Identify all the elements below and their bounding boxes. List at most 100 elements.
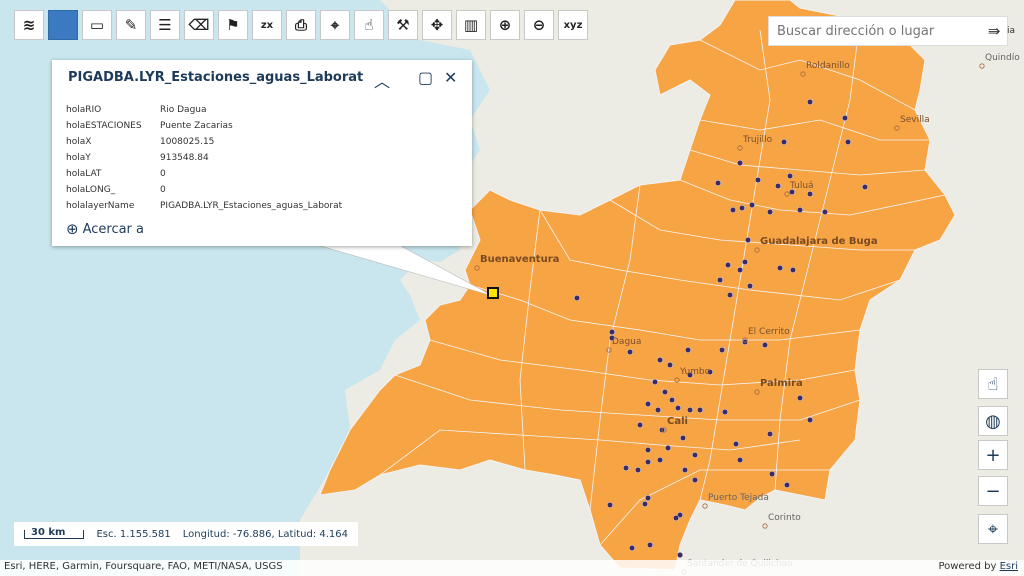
station-point[interactable] (664, 444, 672, 452)
measure-tool-button[interactable]: ▭ (82, 10, 112, 40)
station-point[interactable] (691, 476, 699, 484)
station-point[interactable] (806, 190, 814, 198)
station-point[interactable] (806, 98, 814, 106)
field-key: holaESTACIONES (66, 121, 142, 131)
close-icon[interactable]: ✕ (444, 68, 457, 87)
station-point[interactable] (741, 258, 749, 266)
station-point[interactable] (726, 291, 734, 299)
station-point[interactable] (674, 404, 682, 412)
station-point[interactable] (606, 501, 614, 509)
station-point[interactable] (636, 421, 644, 429)
field-key: holaY (66, 153, 91, 163)
flag-tool-button[interactable]: ⚑ (218, 10, 248, 40)
search-go-icon[interactable]: ⇛ (981, 22, 1007, 40)
station-point[interactable] (861, 183, 869, 191)
station-point[interactable] (691, 451, 699, 459)
station-point[interactable] (844, 138, 852, 146)
station-point[interactable] (644, 494, 652, 502)
station-point[interactable] (676, 551, 684, 559)
station-point[interactable] (841, 114, 849, 122)
move-tool-button[interactable]: ✥ (422, 10, 452, 40)
draw-tool-button[interactable]: ✎ (116, 10, 146, 40)
print-tool-button[interactable]: ⎙ (286, 10, 316, 40)
station-point[interactable] (732, 440, 740, 448)
station-point[interactable] (622, 464, 630, 472)
hand-tool-button[interactable]: ☝ (354, 10, 384, 40)
station-point[interactable] (679, 434, 687, 442)
station-point[interactable] (721, 408, 729, 416)
basemap-globe-button[interactable]: ◍ (978, 406, 1008, 436)
zxy-tool-button[interactable]: zx (252, 10, 282, 40)
station-point[interactable] (796, 394, 804, 402)
station-point[interactable] (626, 348, 634, 356)
station-point[interactable] (634, 466, 642, 474)
zoom-in-button[interactable]: + (978, 440, 1008, 470)
station-point[interactable] (744, 236, 752, 244)
station-point[interactable] (766, 208, 774, 216)
zoom-out-button[interactable]: − (978, 476, 1008, 506)
hammer-tool-button[interactable]: ⚒ (388, 10, 418, 40)
split-view-tool-button[interactable]: ▥ (456, 10, 486, 40)
station-point[interactable] (681, 466, 689, 474)
station-point[interactable] (656, 456, 664, 464)
station-point[interactable] (786, 172, 794, 180)
station-point[interactable] (821, 208, 829, 216)
station-point[interactable] (736, 456, 744, 464)
station-point[interactable] (684, 346, 692, 354)
station-point[interactable] (714, 179, 722, 187)
zoom-in-tool-button[interactable]: ⊕ (490, 10, 520, 40)
station-point[interactable] (774, 182, 782, 190)
pan-hand-button[interactable]: ☝ (978, 369, 1008, 399)
station-point[interactable] (783, 481, 791, 489)
station-point[interactable] (608, 328, 616, 336)
station-point[interactable] (668, 396, 676, 404)
zoom-to-button[interactable]: ⊕ Acercar a (66, 220, 144, 238)
collapse-chevron-icon[interactable]: ︿ (374, 68, 390, 92)
station-point[interactable] (573, 294, 581, 302)
station-point[interactable] (738, 204, 746, 212)
station-point[interactable] (768, 470, 776, 478)
station-point[interactable] (628, 544, 636, 552)
comment-tool-button[interactable]: ☰ (150, 10, 180, 40)
selected-station[interactable] (487, 287, 499, 299)
eraser-tool-button[interactable]: ⌫ (184, 10, 214, 40)
station-point[interactable] (718, 346, 726, 354)
station-point[interactable] (651, 378, 659, 386)
station-point[interactable] (696, 406, 704, 414)
station-point[interactable] (754, 176, 762, 184)
station-point[interactable] (646, 541, 654, 549)
esri-link[interactable]: Esri (1000, 561, 1018, 572)
station-point[interactable] (746, 282, 754, 290)
station-point[interactable] (666, 361, 674, 369)
basemap-tool-button[interactable] (48, 10, 78, 40)
map-marker-tool-button[interactable]: ⌖ (320, 10, 350, 40)
station-point[interactable] (736, 266, 744, 274)
station-point[interactable] (789, 266, 797, 274)
xyz-tool-button[interactable]: xyz (558, 10, 588, 40)
station-point[interactable] (644, 446, 652, 454)
dock-icon[interactable]: ▢ (418, 68, 433, 87)
station-point[interactable] (661, 388, 669, 396)
locate-button[interactable]: ⌖ (978, 514, 1008, 544)
search-input[interactable] (769, 17, 981, 45)
zoom-out-tool-button[interactable]: ⊖ (524, 10, 554, 40)
station-point[interactable] (761, 341, 769, 349)
station-point[interactable] (776, 264, 784, 272)
station-point[interactable] (672, 514, 680, 522)
station-point[interactable] (806, 416, 814, 424)
layers-tool-button[interactable]: ≋ (14, 10, 44, 40)
station-point[interactable] (644, 458, 652, 466)
station-point[interactable] (796, 206, 804, 214)
station-point[interactable] (656, 356, 664, 364)
station-point[interactable] (780, 138, 788, 146)
station-point[interactable] (729, 206, 737, 214)
station-point[interactable] (641, 500, 649, 508)
station-point[interactable] (748, 201, 756, 209)
station-point[interactable] (644, 400, 652, 408)
station-point[interactable] (736, 159, 744, 167)
station-point[interactable] (654, 406, 662, 414)
station-point[interactable] (686, 406, 694, 414)
station-point[interactable] (724, 261, 732, 269)
station-point[interactable] (766, 430, 774, 438)
station-point[interactable] (716, 276, 724, 284)
